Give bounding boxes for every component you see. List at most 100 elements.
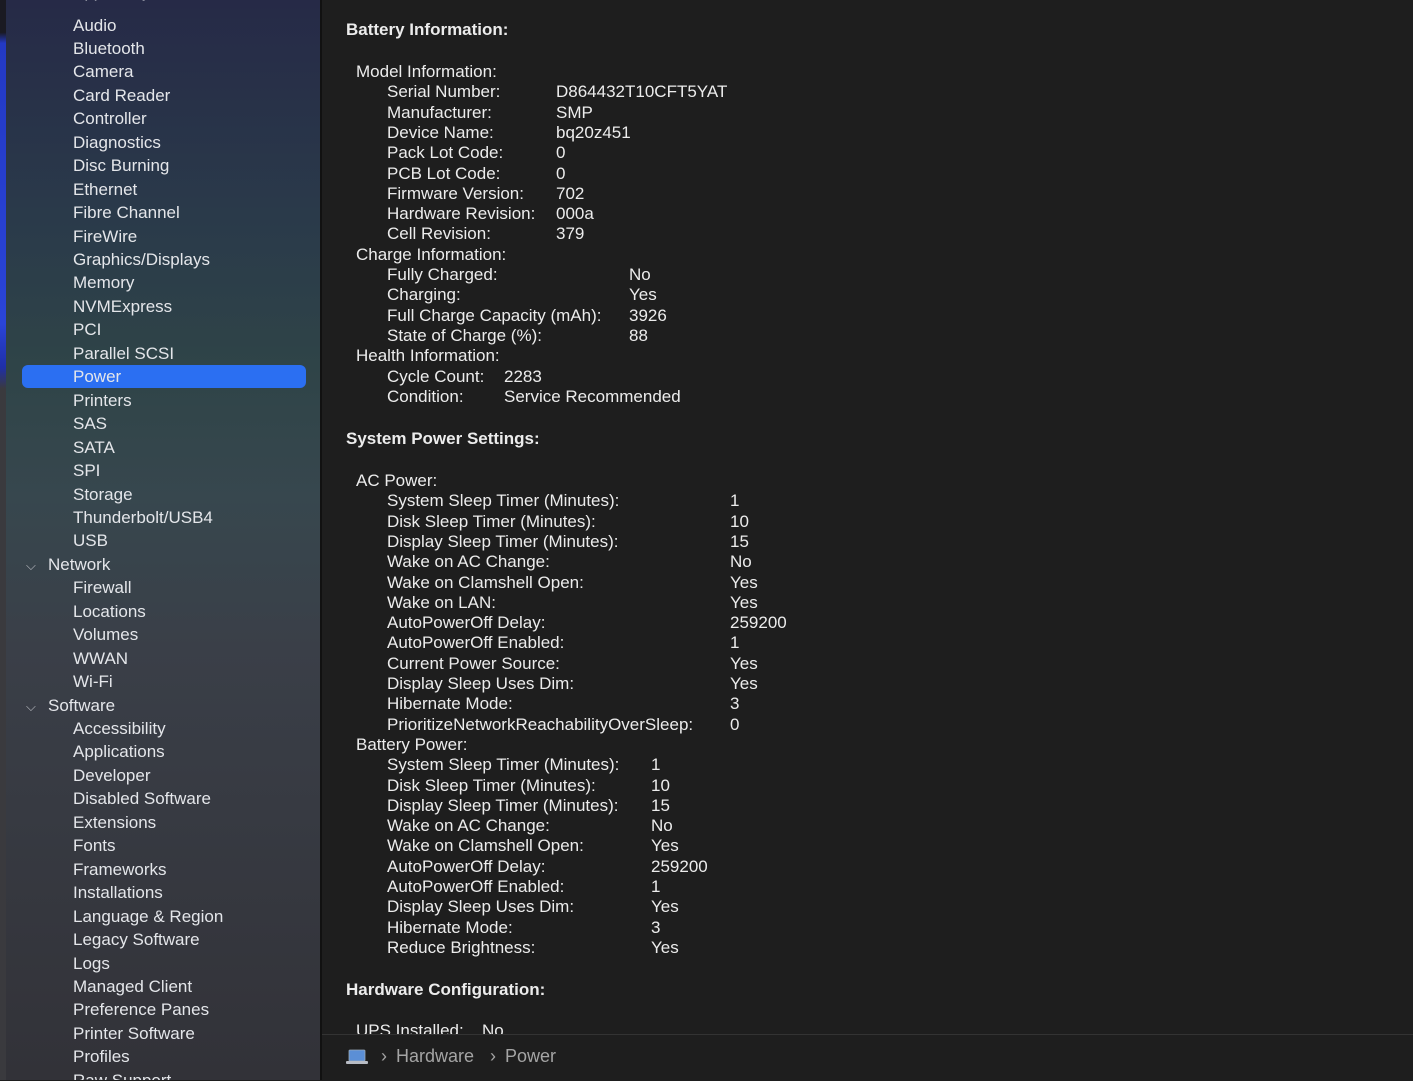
- path-separator: ›: [490, 1046, 496, 1066]
- path-crumb-power[interactable]: Power: [505, 1046, 556, 1067]
- info-label: AutoPowerOff Enabled:: [387, 633, 565, 653]
- info-value: Yes: [730, 674, 758, 693]
- info-label: UPS Installed:: [356, 1021, 464, 1034]
- sidebar-item-nvmexpress[interactable]: NVMExpress: [73, 295, 172, 318]
- sidebar-item-printers[interactable]: Printers: [73, 389, 132, 412]
- info-label: Pack Lot Code:: [387, 143, 504, 163]
- sidebar-item-locations[interactable]: Locations: [73, 600, 146, 623]
- info-label: Wake on LAN:: [387, 592, 496, 612]
- sidebar-item-parallel-scsi[interactable]: Parallel SCSI: [73, 342, 174, 365]
- info-value: 3926: [629, 305, 667, 325]
- sidebar-item-legacy-software[interactable]: Legacy Software: [73, 928, 200, 951]
- info-label: Serial Number:: [387, 82, 501, 102]
- sidebar-item-diagnostics[interactable]: Diagnostics: [73, 131, 161, 154]
- sidebar-item-pci[interactable]: PCI: [73, 318, 101, 341]
- sidebar-item-logs[interactable]: Logs: [73, 952, 110, 975]
- sidebar-item-wi-fi[interactable]: Wi-Fi: [73, 670, 113, 693]
- info-value: 2283: [504, 366, 542, 386]
- sidebar-item-bluetooth[interactable]: Bluetooth: [73, 37, 145, 60]
- sidebar-item-printer-software[interactable]: Printer Software: [73, 1022, 195, 1045]
- sidebar-item-frameworks[interactable]: Frameworks: [73, 858, 167, 881]
- sidebar-item-profiles[interactable]: Profiles: [73, 1045, 130, 1068]
- info-label: Display Sleep Timer (Minutes):: [387, 795, 619, 815]
- sidebar-item-camera[interactable]: Camera: [73, 60, 133, 83]
- sidebar: Apple Pay AudioBluetoothCameraCard Reader…: [0, 0, 322, 1080]
- sidebar-item-fonts[interactable]: Fonts: [73, 834, 116, 857]
- sidebar-item-raw-support[interactable]: Raw Support: [73, 1069, 171, 1080]
- info-value: 3: [730, 694, 740, 714]
- computer-icon: [346, 1049, 368, 1064]
- info-value: 259200: [651, 856, 708, 876]
- sidebar-item-audio[interactable]: Audio: [73, 14, 116, 37]
- sidebar-item-storage[interactable]: Storage: [73, 483, 133, 506]
- info-label: Charging:: [387, 285, 461, 305]
- subsection-heading: Model Information:: [356, 62, 497, 81]
- subsection-heading: Battery Power:: [356, 734, 468, 754]
- sidebar-item-disabled-software[interactable]: Disabled Software: [73, 787, 211, 810]
- sidebar-item-firewire[interactable]: FireWire: [73, 225, 137, 248]
- sidebar-item-disc-burning[interactable]: Disc Burning: [73, 154, 169, 177]
- info-value: 0: [730, 714, 740, 734]
- sidebar-item-developer[interactable]: Developer: [73, 764, 151, 787]
- info-label: Wake on Clamshell Open:: [387, 572, 584, 592]
- sidebar-item-apple-pay[interactable]: Apple Pay: [73, 0, 151, 3]
- path-separator: ›: [381, 1046, 387, 1066]
- info-value: Yes: [651, 897, 679, 917]
- info-label: Condition:: [387, 386, 464, 406]
- info-label: Hibernate Mode:: [387, 694, 513, 714]
- info-value: Yes: [730, 592, 758, 612]
- info-value: Yes: [730, 653, 758, 673]
- sidebar-item-applications[interactable]: Applications: [73, 740, 165, 763]
- info-label: Cell Revision:: [387, 224, 491, 244]
- info-label: Display Sleep Timer (Minutes):: [387, 531, 619, 551]
- sidebar-item-spi[interactable]: SPI: [73, 459, 100, 482]
- sidebar-item-firewall[interactable]: Firewall: [73, 576, 132, 599]
- info-value: 1: [730, 633, 740, 653]
- sidebar-item-memory[interactable]: Memory: [73, 271, 134, 294]
- sidebar-item-wwan[interactable]: WWAN: [73, 647, 128, 670]
- sidebar-item-power[interactable]: Power: [73, 365, 121, 388]
- chevron-down-icon[interactable]: ⌵: [26, 695, 48, 718]
- sidebar-item-extensions[interactable]: Extensions: [73, 811, 156, 834]
- sidebar-item-controller[interactable]: Controller: [73, 107, 147, 130]
- battery-information-heading: Battery Information:: [346, 20, 509, 39]
- info-label: Wake on AC Change:: [387, 816, 550, 836]
- sidebar-item-graphics-displays[interactable]: Graphics/Displays: [73, 248, 210, 271]
- info-value: No: [629, 265, 651, 284]
- info-value: 000a: [556, 204, 594, 224]
- info-value: 0: [556, 143, 566, 163]
- info-label: Cycle Count:: [387, 366, 485, 386]
- sidebar-item-thunderbolt-usb4[interactable]: Thunderbolt/USB4: [73, 506, 213, 529]
- sidebar-item-managed-client[interactable]: Managed Client: [73, 975, 192, 998]
- sidebar-item-card-reader[interactable]: Card Reader: [73, 84, 170, 107]
- sidebar-item-installations[interactable]: Installations: [73, 881, 163, 904]
- info-value: SMP: [556, 102, 593, 122]
- chevron-down-icon[interactable]: ⌵: [26, 554, 48, 577]
- sidebar-group-network[interactable]: ⌵ Network: [26, 553, 110, 576]
- info-label: AutoPowerOff Enabled:: [387, 877, 565, 896]
- sidebar-item-sata[interactable]: SATA: [73, 436, 115, 459]
- sidebar-item-accessibility[interactable]: Accessibility: [73, 717, 166, 740]
- sidebar-item-fibre-channel[interactable]: Fibre Channel: [73, 201, 180, 224]
- info-label: Reduce Brightness:: [387, 937, 536, 957]
- sidebar-item-sas[interactable]: SAS: [73, 412, 107, 435]
- info-label: Fully Charged:: [387, 265, 498, 284]
- info-label: Hibernate Mode:: [387, 917, 513, 937]
- info-value: Yes: [651, 937, 679, 957]
- sidebar-item-language-region[interactable]: Language & Region: [73, 905, 223, 928]
- info-label: Hardware Revision:: [387, 204, 536, 224]
- sidebar-item-usb[interactable]: USB: [73, 529, 108, 552]
- info-label: Full Charge Capacity (mAh):: [387, 305, 602, 325]
- info-label: AutoPowerOff Delay:: [387, 613, 546, 633]
- info-value: No: [482, 1021, 504, 1034]
- info-label: Display Sleep Uses Dim:: [387, 674, 575, 693]
- sidebar-item-ethernet[interactable]: Ethernet: [73, 178, 137, 201]
- info-label: PCB Lot Code:: [387, 163, 501, 183]
- sidebar-item-volumes[interactable]: Volumes: [73, 623, 138, 646]
- sidebar-item-preference-panes[interactable]: Preference Panes: [73, 998, 209, 1021]
- sidebar-group-software[interactable]: ⌵ Software: [26, 694, 115, 717]
- info-label: Wake on Clamshell Open:: [387, 836, 584, 856]
- info-value: Yes: [651, 836, 679, 856]
- path-crumb-hardware[interactable]: Hardware: [396, 1046, 474, 1067]
- info-value: 15: [651, 795, 670, 815]
